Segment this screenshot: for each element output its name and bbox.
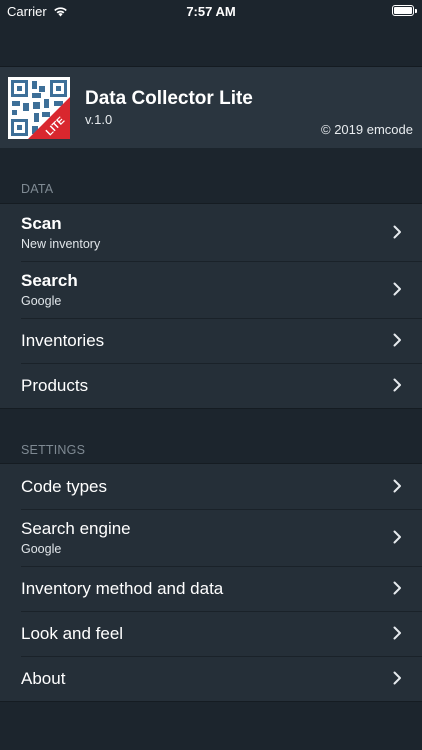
menu-item-title: Search: [21, 271, 78, 290]
menu-item-title: Look and feel: [21, 624, 124, 643]
menu-item-subtitle: Google: [21, 294, 62, 308]
menu-item-look-and-feel[interactable]: Look and feel: [0, 611, 422, 656]
app-header: LITE Data Collector Lite v.1.0 © 2019 em…: [0, 66, 422, 148]
chevron-right-icon: [393, 671, 401, 685]
menu-item-title: Scan: [21, 214, 62, 233]
chevron-right-icon: [393, 282, 401, 296]
chevron-right-icon: [393, 378, 401, 392]
section-label-settings: SETTINGS: [21, 443, 86, 457]
chevron-right-icon: [393, 530, 401, 544]
menu-item-subtitle: New inventory: [21, 237, 101, 251]
menu-item-inventories[interactable]: Inventories: [0, 318, 422, 363]
section-label-data: DATA: [21, 182, 54, 196]
battery-icon: [392, 5, 417, 16]
menu-item-inventory-method[interactable]: Inventory method and data: [0, 566, 422, 611]
chevron-right-icon: [393, 479, 401, 493]
app-logo-icon: LITE: [8, 77, 70, 139]
menu-item-scan[interactable]: Scan New inventory: [0, 204, 422, 261]
menu-item-subtitle: Google: [21, 542, 62, 556]
chevron-right-icon: [393, 626, 401, 640]
app-version: v.1.0: [85, 112, 113, 127]
status-time: 7:57 AM: [186, 4, 236, 19]
menu-item-search-engine[interactable]: Search engine Google: [0, 509, 422, 566]
settings-group: Code types Search engine Google Inventor…: [0, 463, 422, 702]
chevron-right-icon: [393, 225, 401, 239]
menu-item-search[interactable]: Search Google: [0, 261, 422, 318]
chevron-right-icon: [393, 581, 401, 595]
app-title: Data Collector Lite: [85, 88, 253, 109]
menu-item-title: About: [21, 669, 66, 688]
menu-item-code-types[interactable]: Code types: [0, 464, 422, 509]
menu-item-title: Code types: [21, 477, 107, 496]
menu-item-about[interactable]: About: [0, 656, 422, 701]
menu-item-title: Search engine: [21, 519, 131, 538]
menu-item-title: Inventories: [21, 331, 105, 350]
data-group: Scan New inventory Search Google Invento…: [0, 203, 422, 409]
app-copyright: © 2019 emcode: [321, 122, 413, 137]
status-bar: Carrier 7:57 AM: [0, 0, 422, 22]
menu-item-products[interactable]: Products: [0, 363, 422, 408]
menu-item-title: Inventory method and data: [21, 579, 224, 598]
chevron-right-icon: [393, 333, 401, 347]
menu-item-title: Products: [21, 376, 89, 395]
